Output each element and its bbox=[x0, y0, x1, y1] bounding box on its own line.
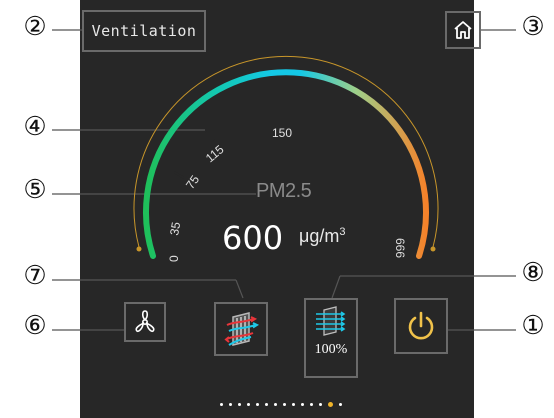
fan-icon bbox=[135, 310, 155, 333]
page-indicator[interactable] bbox=[220, 400, 360, 408]
page-dot[interactable] bbox=[339, 402, 342, 406]
ventilation-mode-button[interactable] bbox=[214, 302, 268, 356]
page-dot[interactable] bbox=[301, 402, 304, 406]
tick-35: 35 bbox=[167, 221, 183, 237]
callout-1: ① bbox=[521, 311, 545, 341]
tick-0: 0 bbox=[167, 255, 181, 262]
page-dot[interactable] bbox=[265, 402, 268, 406]
callout-8: ⑧ bbox=[521, 258, 545, 288]
tick-150: 150 bbox=[272, 126, 292, 140]
callout-3: ③ bbox=[521, 12, 545, 42]
tick-115: 115 bbox=[203, 142, 227, 165]
page-dot[interactable] bbox=[247, 402, 250, 406]
page-dot[interactable] bbox=[319, 402, 322, 406]
callout-7: ⑦ bbox=[23, 261, 47, 291]
unit-text: μg/m bbox=[299, 226, 340, 246]
fan-speed-button[interactable] bbox=[124, 302, 166, 342]
filter-icon bbox=[316, 306, 346, 336]
filter-button[interactable]: 100% bbox=[304, 298, 358, 378]
pm25-label: PM2.5 bbox=[256, 180, 312, 202]
callout-5: ⑤ bbox=[23, 175, 47, 205]
page-dot[interactable] bbox=[229, 402, 232, 406]
page-dot[interactable] bbox=[274, 402, 277, 406]
page-dot[interactable] bbox=[283, 402, 286, 406]
ventilation-mode-icon bbox=[224, 312, 260, 346]
page-dot[interactable] bbox=[238, 402, 241, 406]
page-dot[interactable] bbox=[292, 402, 295, 406]
power-icon bbox=[408, 311, 434, 340]
page-dot[interactable] bbox=[310, 402, 313, 406]
filter-percent: 100% bbox=[314, 342, 348, 357]
callout-2: ② bbox=[23, 12, 47, 42]
power-button[interactable] bbox=[394, 298, 448, 354]
page-dot-active[interactable] bbox=[328, 401, 333, 407]
tick-75: 75 bbox=[183, 172, 202, 191]
callout-6: ⑥ bbox=[23, 311, 47, 341]
page-dot[interactable] bbox=[220, 402, 223, 406]
callout-4: ④ bbox=[23, 112, 47, 142]
page-dot[interactable] bbox=[256, 402, 259, 406]
pm25-unit: μg/m3 bbox=[299, 226, 346, 247]
tick-666: 666 bbox=[393, 238, 407, 258]
unit-sup: 3 bbox=[339, 226, 346, 238]
pm25-value: 600 bbox=[222, 219, 284, 257]
